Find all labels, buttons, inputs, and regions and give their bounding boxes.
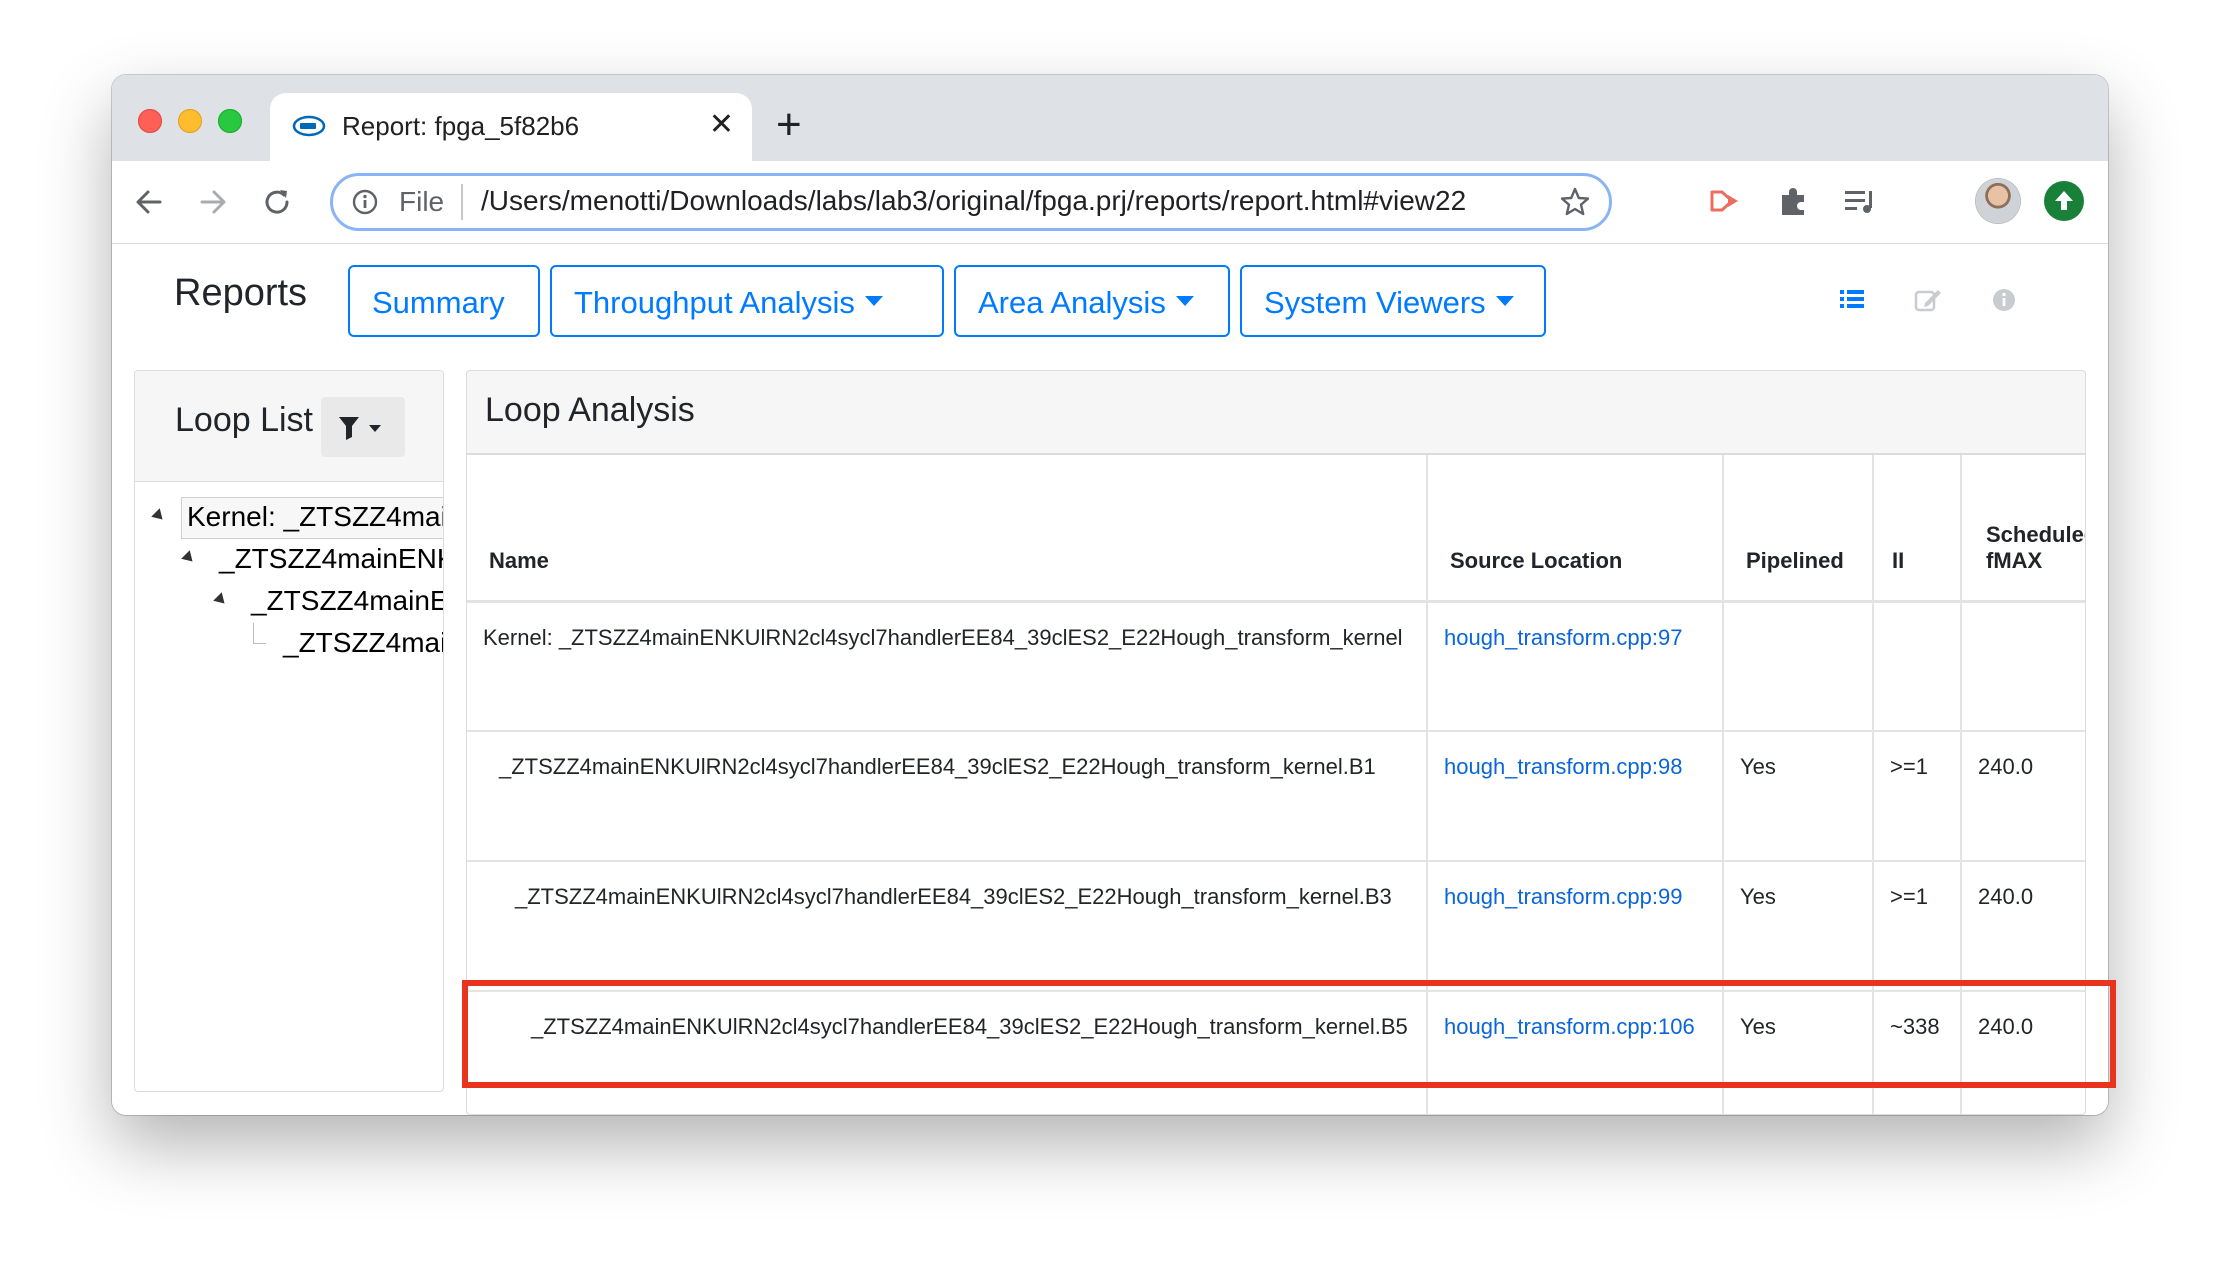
tree-item-b5[interactable]: _ZTSZZ4mainENKUlRN2cl4sycl7handlerEE84_3… xyxy=(283,627,443,659)
intel-favicon-icon xyxy=(292,115,326,137)
row-source-cell: hough_transform.cpp:98 xyxy=(1427,731,1724,862)
row-pipelined-cell: Yes xyxy=(1723,731,1874,862)
highlight-box xyxy=(462,980,2116,1088)
back-arrow-icon[interactable] xyxy=(130,183,168,221)
filter-icon xyxy=(339,417,381,440)
tab-bar: Report: fpga_5f82b6 ✕ + xyxy=(112,75,2108,161)
row-ii-cell xyxy=(1873,601,1962,732)
tree-item-b3[interactable]: _ZTSZZ4mainENKUlRN2cl4sycl7handlerEE84_3… xyxy=(251,585,443,617)
nav-area-analysis[interactable]: Area Analysis xyxy=(954,265,1230,337)
filter-button[interactable] xyxy=(321,397,405,457)
row-name-cell: _ZTSZZ4mainENKUlRN2cl4sycl7handlerEE84_3… xyxy=(467,861,1428,992)
table-row[interactable]: Kernel: _ZTSZZ4mainENKUlRN2cl4sycl7handl… xyxy=(467,601,2085,732)
column-header-ii-label: II xyxy=(1892,547,1905,573)
loop-list-header: Loop List xyxy=(135,371,443,482)
extensions-puzzle-icon[interactable] xyxy=(1774,181,1814,221)
close-window-button[interactable] xyxy=(138,109,162,133)
browser-tab[interactable]: Report: fpga_5f82b6 ✕ xyxy=(270,93,752,161)
row-fmax-cell: 240.0 xyxy=(1961,731,2085,862)
column-header-fmax[interactable]: ScheduledfMAX xyxy=(1961,455,2085,603)
dropdown-caret-icon xyxy=(1175,295,1194,306)
row-name-cell: Kernel: _ZTSZZ4mainENKUlRN2cl4sycl7handl… xyxy=(467,601,1428,732)
maximize-window-button[interactable] xyxy=(218,109,242,133)
loop-list-panel: Loop List Kernel: _ZTSZZ4mainENKUlRN2cl4… xyxy=(134,370,444,1092)
tree-expand-icon[interactable] xyxy=(181,550,197,566)
update-icon[interactable] xyxy=(2044,181,2084,221)
nav-summary[interactable]: Summary xyxy=(348,265,540,337)
loop-analysis-header: Loop Analysis xyxy=(467,371,2085,455)
tree-item-b1[interactable]: _ZTSZZ4mainENKUlRN2cl4sycl7handlerEE84_3… xyxy=(219,543,443,575)
url-scheme-label: File xyxy=(399,186,445,217)
new-tab-button[interactable]: + xyxy=(776,103,802,147)
source-link[interactable]: hough_transform.cpp:97 xyxy=(1444,625,1683,650)
source-link[interactable]: hough_transform.cpp:98 xyxy=(1444,754,1683,779)
info-icon[interactable] xyxy=(351,188,379,216)
row-ii-cell: >=1 xyxy=(1873,731,1962,862)
nav-throughput-analysis[interactable]: Throughput Analysis xyxy=(550,265,944,337)
dropdown-caret-icon xyxy=(1495,295,1514,306)
loop-list-title: Loop List xyxy=(175,401,313,439)
tree-expand-icon[interactable] xyxy=(151,508,167,524)
row-fmax-cell xyxy=(1961,601,2085,732)
reports-brand: Reports xyxy=(174,272,308,314)
nav-summary-label: Summary xyxy=(372,285,505,320)
cast-extension-icon[interactable] xyxy=(1706,181,1746,221)
browser-window: Report: fpga_5f82b6 ✕ + File /Users/meno… xyxy=(112,75,2108,1115)
row-fmax-cell: 240.0 xyxy=(1961,861,2085,992)
info-circle-icon[interactable] xyxy=(1988,284,2020,316)
nav-throughput-label: Throughput Analysis xyxy=(574,285,855,320)
row-source-cell: hough_transform.cpp:97 xyxy=(1427,601,1724,732)
row-pipelined-cell: Yes xyxy=(1723,861,1874,992)
close-tab-icon[interactable]: ✕ xyxy=(709,107,734,143)
column-header-pipelined[interactable]: Pipelined xyxy=(1723,455,1874,603)
browser-toolbar: File /Users/menotti/Downloads/labs/lab3/… xyxy=(112,161,2108,244)
row-source-cell: hough_transform.cpp:99 xyxy=(1427,861,1724,992)
column-header-fmax-line2: fMAX xyxy=(1986,547,2043,573)
minimize-window-button[interactable] xyxy=(178,109,202,133)
url-text[interactable]: /Users/menotti/Downloads/labs/lab3/origi… xyxy=(481,185,1466,217)
reading-list-icon[interactable] xyxy=(1840,181,1880,221)
nav-system-viewers-label: System Viewers xyxy=(1264,285,1486,320)
source-link[interactable]: hough_transform.cpp:99 xyxy=(1444,884,1683,909)
edit-icon[interactable] xyxy=(1912,284,1944,316)
tree-connector xyxy=(253,623,266,644)
column-header-source[interactable]: Source Location xyxy=(1427,455,1724,603)
profile-avatar[interactable] xyxy=(1976,179,2020,223)
address-bar[interactable]: File /Users/menotti/Downloads/labs/lab3/… xyxy=(330,173,1612,231)
column-header-name[interactable]: Name xyxy=(467,455,1428,603)
tree-item-kernel[interactable]: Kernel: _ZTSZZ4mainENKUlRN2cl4sycl7handl… xyxy=(187,501,443,533)
omnibox-divider xyxy=(461,184,463,220)
bookmark-star-icon[interactable] xyxy=(1559,186,1591,218)
table-header-row: Name Source Location Pipelined II Schedu… xyxy=(467,455,2085,603)
reload-icon[interactable] xyxy=(258,183,296,221)
column-header-fmax-line1: Scheduled xyxy=(1986,521,2085,547)
row-name-cell: _ZTSZZ4mainENKUlRN2cl4sycl7handlerEE84_3… xyxy=(467,731,1428,862)
column-header-pipelined-label: Pipelined xyxy=(1746,547,1844,573)
tree-expand-icon[interactable] xyxy=(213,592,229,608)
nav-area-label: Area Analysis xyxy=(978,285,1166,320)
row-ii-cell: >=1 xyxy=(1873,861,1962,992)
column-header-name-label: Name xyxy=(489,547,549,573)
column-header-source-label: Source Location xyxy=(1450,547,1623,573)
tab-title: Report: fpga_5f82b6 xyxy=(342,111,580,141)
nav-system-viewers[interactable]: System Viewers xyxy=(1240,265,1546,337)
table-row[interactable]: _ZTSZZ4mainENKUlRN2cl4sycl7handlerEE84_3… xyxy=(467,861,2085,992)
row-pipelined-cell xyxy=(1723,601,1874,732)
column-header-ii[interactable]: II xyxy=(1873,455,1962,603)
dropdown-caret-icon xyxy=(864,295,883,306)
table-row[interactable]: _ZTSZZ4mainENKUlRN2cl4sycl7handlerEE84_3… xyxy=(467,731,2085,862)
list-view-icon[interactable] xyxy=(1836,284,1868,316)
forward-arrow-icon[interactable] xyxy=(194,183,232,221)
loop-analysis-title: Loop Analysis xyxy=(485,391,695,429)
